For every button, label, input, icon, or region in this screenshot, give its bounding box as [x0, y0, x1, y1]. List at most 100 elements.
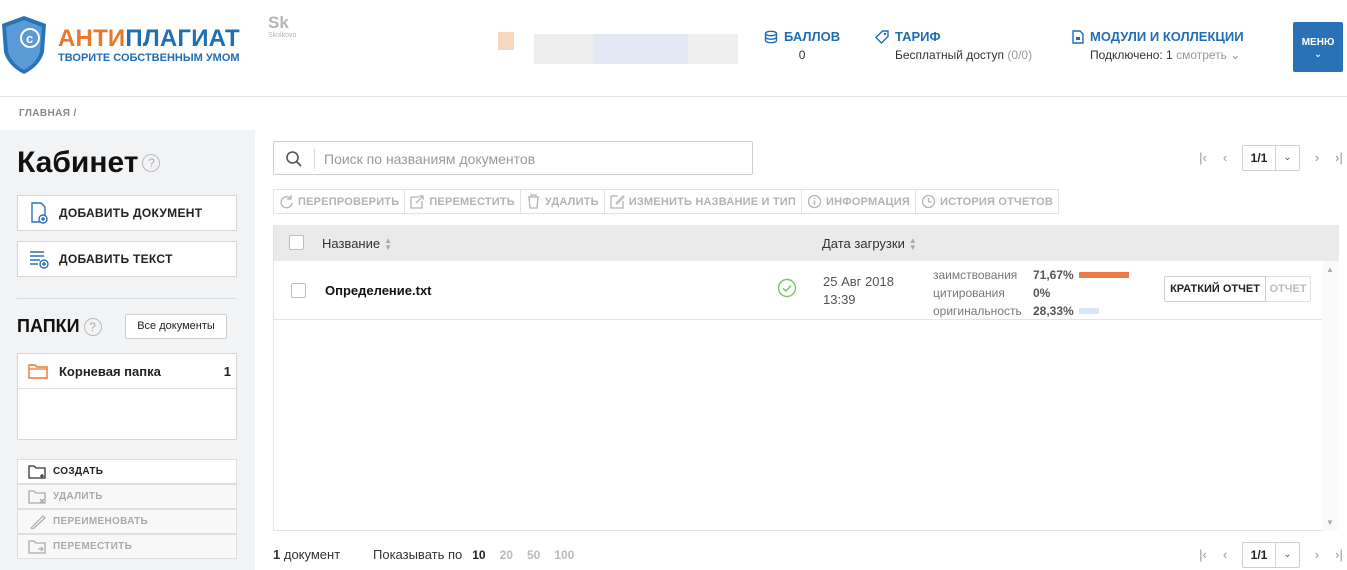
move-button[interactable]: ПЕРЕМЕСТИТЬ [405, 190, 521, 213]
column-date-label: Дата загрузки [822, 236, 905, 251]
originality-value: 28,33% [1033, 304, 1074, 318]
history-icon [921, 194, 936, 209]
add-document-button[interactable]: ДОБАВИТЬ ДОКУМЕНТ [17, 195, 237, 231]
logo-tagline: ТВОРИТЕ СОБСТВЕННЫМ УМОМ [58, 52, 240, 64]
shield-logo-icon: c [2, 16, 46, 74]
next-page-icon[interactable]: › [1306, 147, 1328, 169]
borrowing-label: заимствования [933, 268, 1018, 282]
document-count-label: документ [283, 547, 341, 562]
folder-add-icon [28, 464, 46, 479]
folder-item-root[interactable]: Корневая папка 1 [18, 354, 236, 389]
add-document-icon [31, 202, 48, 224]
move-label: ПЕРЕМЕСТИТЬ [429, 195, 515, 208]
points-block[interactable]: БАЛЛОВ 0 [764, 29, 840, 62]
skolkovo-logo-mark: Sk [268, 13, 289, 32]
originality-bar [1079, 308, 1099, 314]
document-toolbar: ПЕРЕПРОВЕРИТЬ ПЕРЕМЕСТИТЬ УДАЛИТЬ ИЗМЕНИ… [273, 189, 1060, 214]
last-page-icon[interactable]: ›| [1328, 147, 1347, 169]
info-label: ИНФОРМАЦИЯ [826, 195, 910, 208]
search-icon [286, 151, 302, 167]
page-size-label: Показывать по [373, 547, 463, 562]
info-button[interactable]: ИНФОРМАЦИЯ [802, 190, 916, 213]
tariff-block[interactable]: ТАРИФ Бесплатный доступ (0/0) [875, 29, 1032, 62]
delete-button[interactable]: УДАЛИТЬ [521, 190, 605, 213]
scroll-up-icon[interactable]: ▲ [1326, 265, 1334, 274]
move-folder-button[interactable]: ПЕРЕМЕСТИТЬ [17, 534, 237, 559]
logo-wordmark[interactable]: АНТИПЛАГИАТ [58, 26, 240, 52]
next-page-icon[interactable]: › [1306, 544, 1328, 566]
page-size-100[interactable]: 100 [554, 547, 574, 563]
blurred-user-info [498, 18, 748, 96]
scroll-down-icon[interactable]: ▼ [1326, 518, 1334, 527]
tag-icon [875, 29, 889, 44]
add-document-label: ДОБАВИТЬ ДОКУМЕНТ [59, 206, 203, 220]
first-page-icon[interactable]: |‹ [1192, 147, 1214, 169]
first-page-icon[interactable]: |‹ [1192, 544, 1214, 566]
menu-button[interactable]: МЕНЮ ⌄ [1293, 22, 1343, 72]
check-circle-icon [777, 278, 797, 298]
pagination-top: |‹ ‹ 1/1 ⌄ › ›| [1192, 145, 1347, 171]
document-name[interactable]: Определение.txt [325, 283, 432, 298]
page-size-50[interactable]: 50 [527, 547, 540, 563]
move-folder-label: ПЕРЕМЕСТИТЬ [53, 541, 133, 552]
logo-part-2: ПЛАГИАТ [125, 25, 240, 52]
database-icon [764, 30, 778, 43]
chevron-down-icon: ⌄ [1314, 49, 1322, 59]
recheck-button[interactable]: ПЕРЕПРОВЕРИТЬ [274, 190, 406, 213]
report-history-button[interactable]: ИСТОРИЯ ОТЧЕТОВ [916, 190, 1058, 213]
add-text-button[interactable]: ДОБАВИТЬ ТЕКСТ [17, 241, 237, 277]
tariff-quota: (0/0) [1007, 48, 1033, 62]
last-page-icon[interactable]: ›| [1328, 544, 1347, 566]
breadcrumb[interactable]: ГЛАВНАЯ / [19, 108, 77, 119]
page-size-10[interactable]: 10 [472, 547, 485, 563]
report-history-label: ИСТОРИЯ ОТЧЕТОВ [939, 195, 1054, 208]
page-select[interactable]: 1/1 ⌄ [1242, 145, 1300, 171]
table-row[interactable]: Определение.txt 25 Авг 2018 13:39 заимст… [274, 261, 1322, 320]
add-text-label: ДОБАВИТЬ ТЕКСТ [59, 252, 173, 266]
delete-folder-label: УДАЛИТЬ [53, 491, 103, 502]
modules-view-link[interactable]: смотреть [1176, 48, 1227, 62]
search-input[interactable] [324, 148, 744, 170]
move-icon [410, 195, 424, 209]
rename-button[interactable]: ИЗМЕНИТЬ НАЗВАНИЕ И ТИП [605, 190, 803, 213]
select-all-checkbox[interactable] [289, 235, 304, 250]
sidebar: Кабинет ? ДОБАВИТЬ ДОКУМЕНТ ДОБАВИТЬ ТЕК… [0, 130, 255, 570]
chevron-down-icon: ⌄ [1275, 146, 1299, 170]
rename-folder-button[interactable]: ПЕРЕИМЕНОВАТЬ [17, 509, 237, 534]
help-icon[interactable]: ? [142, 154, 161, 172]
row-checkbox[interactable] [291, 283, 306, 298]
svg-text:c: c [26, 31, 33, 46]
search-separator [314, 149, 315, 169]
trash-icon [527, 194, 539, 209]
column-date-header[interactable]: Дата загрузки ▲ ▼ [822, 236, 917, 251]
column-name-label: Название [322, 236, 381, 251]
table-scrollbar[interactable]: ▲ ▼ [1322, 261, 1338, 531]
create-folder-label: СОЗДАТЬ [53, 466, 104, 477]
folder-name: Корневая папка [59, 363, 161, 379]
sort-icon: ▲ ▼ [908, 235, 917, 252]
document-count-number: 1 [273, 547, 281, 562]
page-select[interactable]: 1/1 ⌄ [1242, 542, 1300, 568]
upload-date-day: 25 Авг 2018 [823, 274, 894, 289]
prev-page-icon[interactable]: ‹ [1214, 147, 1236, 169]
help-icon[interactable]: ? [83, 317, 102, 336]
column-name-header[interactable]: Название ▲ ▼ [322, 236, 392, 251]
refresh-icon [280, 195, 293, 209]
full-report-button[interactable]: ОТЧЕТ [1266, 276, 1311, 302]
points-title: БАЛЛОВ [784, 29, 841, 44]
borrowing-bar [1079, 272, 1129, 278]
modules-value: Подключено: 1 [1090, 48, 1173, 62]
modules-block[interactable]: МОДУЛИ И КОЛЛЕКЦИИ Подключено: 1 смотрет… [1072, 29, 1244, 62]
create-folder-button[interactable]: СОЗДАТЬ [17, 459, 237, 484]
documents-table: Название ▲ ▼ Дата загрузки ▲ ▼ Определение… [273, 225, 1339, 531]
page-size-20[interactable]: 20 [500, 547, 513, 563]
page-select-value: 1/1 [1250, 151, 1268, 165]
all-documents-button[interactable]: Все документы [125, 314, 227, 339]
document-icon [1072, 29, 1084, 44]
delete-folder-button[interactable]: УДАЛИТЬ [17, 484, 237, 509]
document-count: 1 документ [273, 547, 340, 562]
page-select-value: 1/1 [1250, 548, 1268, 562]
short-report-button[interactable]: КРАТКИЙ ОТЧЕТ [1164, 276, 1266, 302]
add-text-icon [30, 251, 49, 269]
prev-page-icon[interactable]: ‹ [1214, 544, 1236, 566]
